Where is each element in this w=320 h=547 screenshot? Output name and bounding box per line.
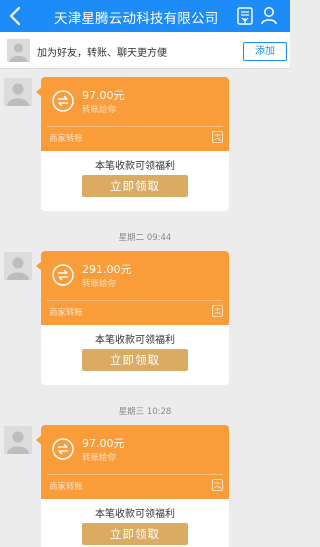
transfer-card[interactable]: 97.00元 转账给你 商家转账 本笔收款可领福利 立即领取	[36, 425, 229, 547]
sender-avatar[interactable]	[4, 78, 32, 106]
card-divider	[47, 300, 223, 301]
message-timestamp: 星期二 09:44	[118, 233, 172, 243]
transfer-subtitle: 转账给你	[82, 453, 117, 463]
transfer-amount: 97.00元	[82, 437, 125, 450]
avatar	[7, 39, 30, 62]
add-friend-bar: 加为好友，转账、聊天更方便 添加	[0, 32, 290, 69]
profile-icon[interactable]	[260, 6, 278, 25]
add-friend-button[interactable]: 添加	[243, 42, 287, 61]
benefit-text: 本笔收款可领福利	[95, 335, 175, 346]
nav-bar: 天津星腾云动科技有限公司	[0, 0, 290, 32]
transfer-coin-icon	[52, 264, 74, 286]
business-card-icon[interactable]	[237, 7, 253, 25]
brand-logo-icon	[212, 479, 223, 491]
sender-avatar[interactable]	[4, 426, 32, 454]
card-divider	[47, 126, 223, 127]
brand-logo-icon	[212, 305, 223, 317]
transfer-card[interactable]: 97.00元 转账给你 商家转账 本笔收款可领福利 立即领取	[36, 77, 229, 211]
claim-now-button[interactable]: 立即领取	[82, 175, 188, 197]
benefit-text: 本笔收款可领福利	[95, 509, 175, 520]
transfer-subtitle: 转账给你	[82, 105, 117, 115]
transfer-coin-icon	[52, 438, 74, 460]
transfer-type-label: 商家转账	[49, 308, 84, 318]
transfer-coin-icon	[52, 90, 74, 112]
sender-avatar[interactable]	[4, 252, 32, 280]
card-divider	[47, 474, 223, 475]
transfer-amount: 97.00元	[82, 89, 125, 102]
brand-logo-icon	[212, 131, 223, 143]
benefit-text: 本笔收款可领福利	[95, 161, 175, 172]
transfer-type-label: 商家转账	[49, 134, 84, 144]
message-timestamp: 星期三 10:28	[118, 407, 172, 417]
transfer-type-label: 商家转账	[49, 482, 84, 492]
transfer-subtitle: 转账给你	[82, 279, 117, 289]
claim-now-button[interactable]: 立即领取	[82, 523, 188, 545]
add-friend-text: 加为好友，转账、聊天更方便	[37, 48, 167, 59]
claim-now-button[interactable]: 立即领取	[82, 349, 188, 371]
transfer-amount: 291.00元	[82, 263, 132, 276]
chat-title: 天津星腾云动科技有限公司	[54, 11, 219, 27]
transfer-card[interactable]: 291.00元 转账给你 商家转账 本笔收款可领福利 立即领取	[36, 251, 229, 385]
back-arrow-icon[interactable]	[6, 5, 26, 27]
